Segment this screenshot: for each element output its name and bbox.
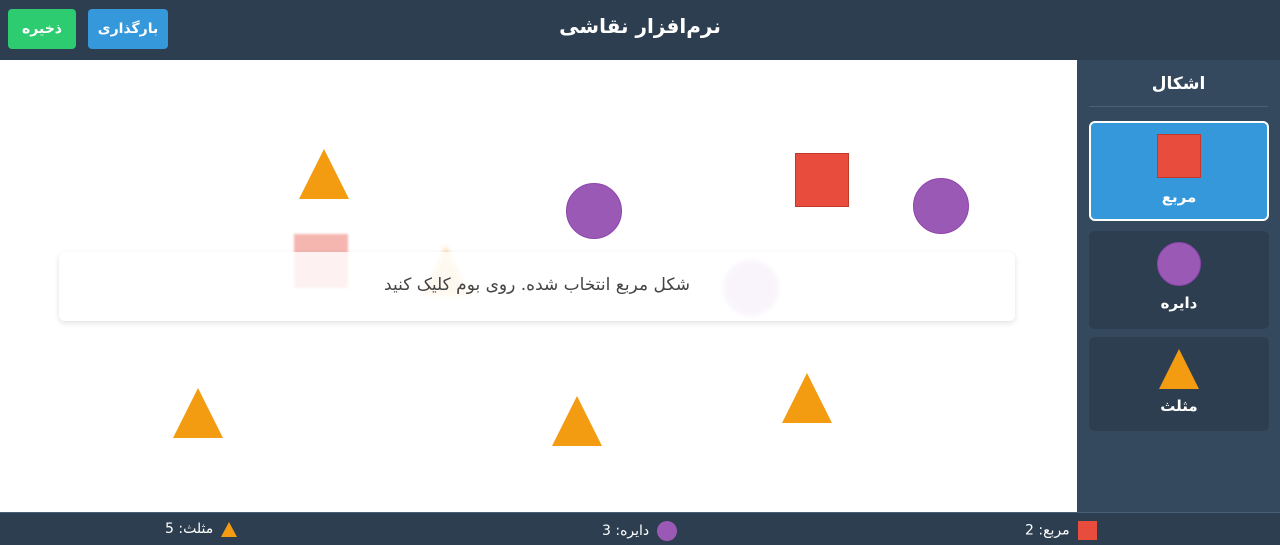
tool-square[interactable]: مربع — [1089, 121, 1269, 221]
square-icon — [1157, 134, 1201, 178]
canvas-triangle[interactable] — [782, 373, 832, 423]
square-count-text: مربع: 2 — [1025, 522, 1070, 539]
circle-icon — [657, 521, 678, 541]
shapes-sidebar: اشکال مربع دایره مثلث — [1077, 60, 1280, 512]
tool-label: مثلث — [1160, 397, 1198, 415]
sidebar-title: اشکال — [1151, 74, 1206, 94]
triangle-icon — [221, 521, 238, 537]
canvas-circle[interactable] — [913, 178, 969, 234]
notification-toast: شکل مربع انتخاب شده. روی بوم کلیک کنید — [59, 252, 1015, 321]
circle-icon — [1157, 242, 1201, 286]
canvas-triangle[interactable] — [173, 388, 223, 438]
triangle-count-text: مثلث: 5 — [165, 521, 214, 537]
header-bar: ذخیره بارگذاری نرم‌افزار نقاشی — [0, 0, 1280, 60]
tool-label: دایره — [1160, 294, 1198, 312]
circle-count-text: دایره: 3 — [602, 523, 650, 539]
triangle-count: مثلث: 5 — [165, 521, 238, 537]
triangle-icon — [1159, 349, 1199, 389]
tool-circle[interactable]: دایره — [1089, 231, 1269, 329]
canvas-square[interactable] — [795, 153, 849, 207]
square-count: مربع: 2 — [1025, 521, 1097, 540]
canvas-triangle[interactable] — [299, 149, 349, 199]
status-bar: مثلث: 5 دایره: 3 مربع: 2 — [0, 512, 1280, 545]
canvas-circle[interactable] — [566, 183, 622, 239]
app-title: نرم‌افزار نقاشی — [559, 14, 721, 38]
square-icon — [1077, 521, 1097, 540]
toast-message: شکل مربع انتخاب شده. روی بوم کلیک کنید — [384, 275, 690, 295]
circle-count: دایره: 3 — [602, 521, 678, 541]
drawing-canvas[interactable]: شکل مربع انتخاب شده. روی بوم کلیک کنید — [0, 60, 1077, 512]
tool-triangle[interactable]: مثلث — [1089, 337, 1269, 431]
sidebar-divider — [1089, 106, 1268, 107]
tool-label: مربع — [1161, 188, 1197, 206]
canvas-triangle[interactable] — [552, 396, 602, 446]
